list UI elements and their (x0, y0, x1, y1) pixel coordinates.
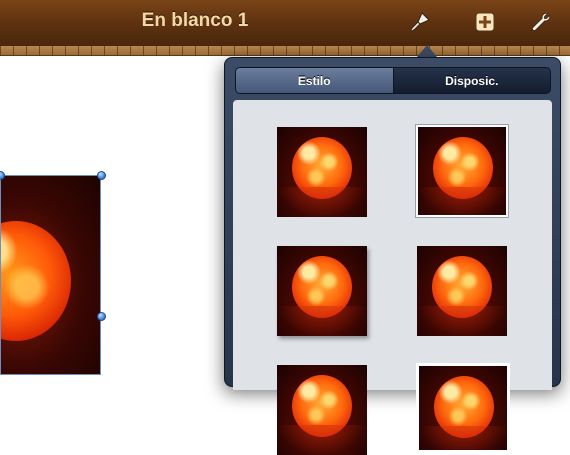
style-thumb-white-border[interactable] (416, 363, 510, 453)
style-popover: Estilo Disposic. (224, 57, 561, 455)
resize-handle-right[interactable] (97, 312, 106, 321)
tab-estilo[interactable]: Estilo (236, 68, 393, 93)
resize-handle-top-right[interactable] (97, 171, 106, 180)
wrench-icon[interactable] (529, 10, 553, 34)
style-grid (233, 100, 552, 455)
style-thumb-thin-frame[interactable] (416, 125, 508, 217)
segmented-control: Estilo Disposic. (235, 67, 551, 94)
style-thumb-plain-2[interactable] (417, 246, 507, 336)
selected-image[interactable] (0, 175, 101, 375)
add-icon[interactable] (473, 10, 497, 34)
toolbar: En blanco 1 (0, 0, 570, 46)
style-thumb-plain[interactable] (277, 127, 367, 217)
lamp-image (1, 221, 71, 341)
document-title[interactable]: En blanco 1 (0, 10, 390, 32)
style-thumb-shadow[interactable] (277, 246, 367, 336)
ruler (0, 46, 570, 56)
paintbrush-icon[interactable] (408, 10, 432, 34)
popover-arrow (417, 45, 437, 57)
style-thumb-plain-3[interactable] (277, 365, 367, 455)
tab-disposic[interactable]: Disposic. (392, 68, 550, 93)
